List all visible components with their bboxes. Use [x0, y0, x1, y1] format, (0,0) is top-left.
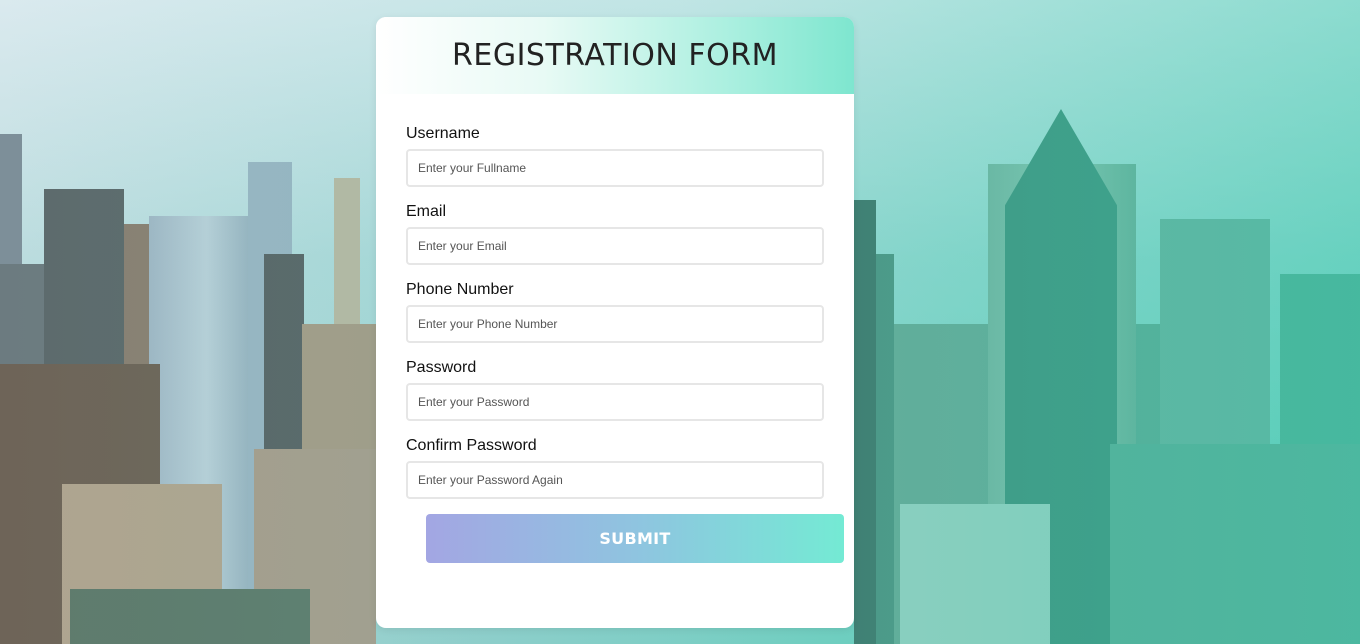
email-field-group: Email [406, 202, 824, 265]
confirm-password-label: Confirm Password [406, 437, 537, 454]
password-input[interactable] [406, 383, 824, 421]
password-field-group: Password [406, 358, 824, 421]
registration-card: REGISTRATION FORM Username Email Phone N… [376, 17, 854, 628]
registration-form: Username Email Phone Number Password Con… [376, 94, 854, 563]
confirm-password-input[interactable] [406, 461, 824, 499]
phone-number-label: Phone Number [406, 281, 514, 298]
email-input[interactable] [406, 227, 824, 265]
phone-number-input[interactable] [406, 305, 824, 343]
username-input[interactable] [406, 149, 824, 187]
email-label: Email [406, 203, 447, 220]
phone-field-group: Phone Number [406, 280, 824, 343]
confirm-password-field-group: Confirm Password [406, 436, 824, 499]
username-label: Username [406, 125, 480, 142]
form-title: REGISTRATION FORM [452, 38, 778, 73]
password-label: Password [406, 359, 477, 376]
submit-button[interactable]: SUBMIT [426, 514, 844, 563]
card-header: REGISTRATION FORM [376, 17, 854, 94]
username-field-group: Username [406, 124, 824, 187]
